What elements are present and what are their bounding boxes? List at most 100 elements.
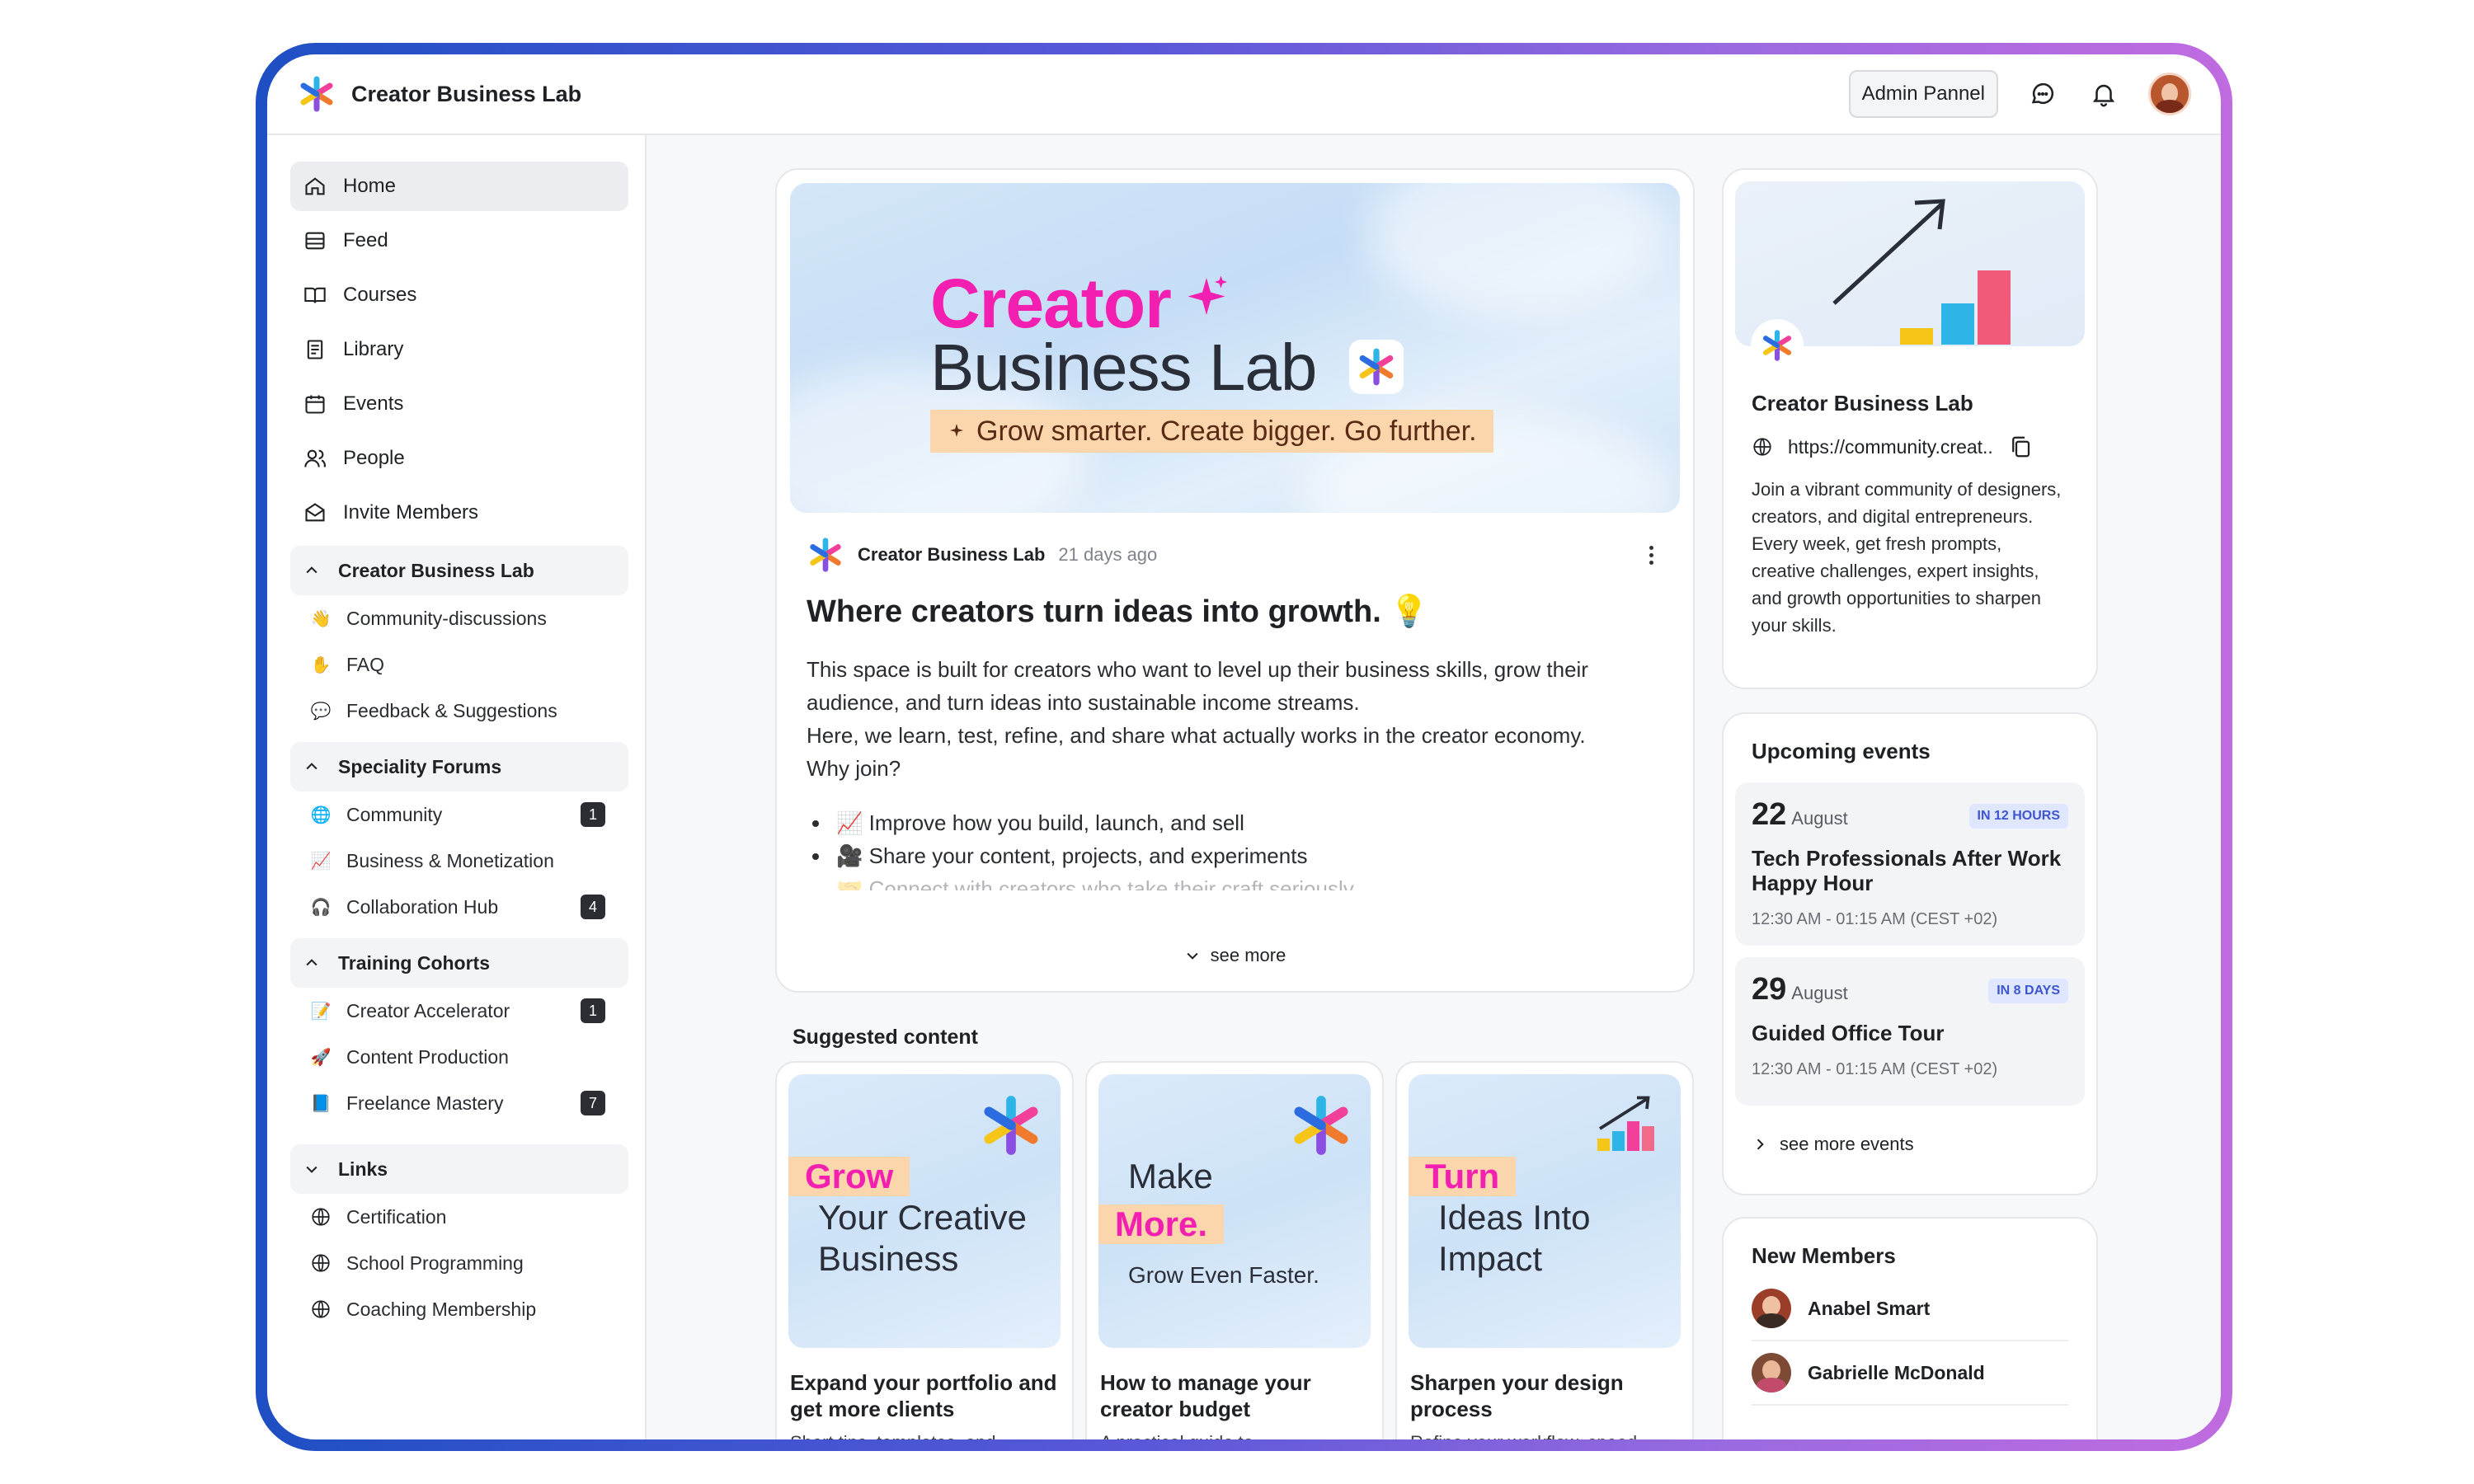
sidebar-item-label: Business & Monetization [346,849,554,871]
admin-panel-button[interactable]: Admin Pannel [1848,70,1998,118]
nav-home[interactable]: Home [290,162,628,211]
nav-events[interactable]: Events [290,379,628,429]
sidebar-item-label: Community-discussions [346,607,547,629]
group-label: Links [338,1158,388,1180]
sidebar-item-creator-accelerator[interactable]: 📝 Creator Accelerator 1 [290,988,628,1034]
member-avatar [1752,1289,1791,1328]
nav-invite-members[interactable]: Invite Members [290,488,628,538]
chat-bubble-icon [2031,82,2054,105]
sidebar-item-community[interactable]: 🌐 Community 1 [290,791,628,838]
chevron-up-icon [306,763,317,770]
see-more-button[interactable]: see more [777,945,1693,966]
group-header-training-cohorts[interactable]: Training Cohorts [290,938,628,988]
nav-people[interactable]: People [290,434,628,483]
see-more-events-link[interactable]: see more events [1752,1134,2068,1155]
card-title: Expand your portfolio and get more clien… [790,1370,1057,1421]
about-avatar-logo [1753,322,1801,369]
about-title: Creator Business Lab [1752,391,1973,416]
member-name: Anabel Smart [1808,1297,1931,1319]
sidebar-item-label: Creator Accelerator [346,999,510,1021]
nav-label: People [343,447,405,469]
link-coaching-membership[interactable]: Coaching Membership [290,1286,628,1332]
unread-count-badge: 4 [581,895,605,919]
post-body: This space is built for creators who wan… [807,653,1663,785]
event-month: August [1791,983,1848,1003]
group-header-creator-business-lab[interactable]: Creator Business Lab [290,546,628,595]
link-certification[interactable]: Certification [290,1194,628,1240]
chevron-down-icon [1187,952,1198,960]
nav-label: Events [343,392,404,415]
sidebar-item-feedback[interactable]: 💬 Feedback & Suggestions [290,688,628,734]
upcoming-events-card: Upcoming events 22 August IN 12 HOURS Tec… [1722,712,2098,1195]
suggested-card[interactable]: Make More. Grow Even Faster. How to mana… [1085,1061,1384,1439]
banner-tagline: Grow smarter. Create bigger. Go further. [930,410,1493,453]
chevron-right-icon [1757,1139,1764,1150]
sidebar: Home Feed Courses Library Events People … [267,135,647,1439]
group-label: Speciality Forums [338,755,502,777]
waving-hand-icon: 👋 [310,609,332,628]
card-thumbnail: Turn Ideas Into Impact [1409,1074,1681,1348]
globe-icon [312,1208,330,1226]
community-url-link[interactable]: https://community.creat.. [1788,436,1993,458]
member-name: Gabrielle McDonald [1808,1361,1985,1383]
chevron-down-icon [306,1166,317,1173]
sidebar-item-collaboration-hub[interactable]: 🎧 Collaboration Hub 4 [290,884,628,930]
sidebar-item-label: Collaboration Hub [346,895,499,918]
post-options-button[interactable] [1639,542,1663,567]
copy-icon[interactable] [2008,434,2033,459]
sidebar-item-freelance-mastery[interactable]: 📘 Freelance Mastery 7 [290,1080,628,1126]
post-author[interactable]: Creator Business Lab [858,544,1045,566]
unread-count-badge: 1 [581,802,605,827]
sidebar-item-community-discussions[interactable]: 👋 Community-discussions [290,595,628,641]
group-label: Training Cohorts [338,951,490,974]
card-title: Sharpen your design process [1410,1370,1624,1421]
nav-feed[interactable]: Feed [290,216,628,265]
home-icon [305,177,325,195]
welcome-post: Creator Business Lab Grow smarter. Creat… [775,168,1695,993]
see-more-events-label: see more events [1780,1134,1914,1154]
suggested-card[interactable]: Turn Ideas Into Impact Sharpen your desi… [1395,1061,1694,1439]
nav-label: Feed [343,229,388,251]
suggested-card[interactable]: Grow Your Creative Business Expand your … [775,1061,1074,1439]
group-header-links[interactable]: Links [290,1144,628,1194]
document-icon [307,340,323,359]
group-header-speciality-forums[interactable]: Speciality Forums [290,742,628,791]
about-cover-image [1735,181,2085,346]
notifications-button[interactable] [2087,77,2120,110]
nav-label: Home [343,175,397,197]
link-label: Coaching Membership [346,1298,537,1320]
brand[interactable]: Creator Business Lab [297,74,581,114]
user-avatar[interactable] [2148,73,2191,115]
top-header: Creator Business Lab Admin Pannel [267,54,2221,135]
member-row[interactable]: Gabrielle McDonald [1752,1341,2068,1406]
new-members-title: New Members [1752,1243,1896,1268]
card-headline: Ideas Into [1438,1198,1591,1237]
sidebar-item-business-monetization[interactable]: 📈 Business & Monetization [290,838,628,884]
people-icon [304,449,326,467]
card-title: How to manage your creator budget [1100,1370,1311,1421]
globe-icon [312,1300,330,1318]
sidebar-item-label: Feedback & Suggestions [346,699,557,721]
event-item[interactable]: 22 August IN 12 HOURS Tech Professionals … [1735,782,2085,946]
messages-button[interactable] [2026,77,2059,110]
app-window: Creator Business Lab Admin Pannel Home F… [267,54,2221,1439]
post-title: Where creators turn ideas into growth. 💡 [807,594,1429,629]
member-row[interactable]: Anabel Smart [1752,1277,2068,1341]
sidebar-item-label: Content Production [346,1045,509,1068]
events-title: Upcoming events [1752,739,1931,763]
mail-icon [305,503,325,522]
sidebar-item-content-production[interactable]: 🚀 Content Production [290,1034,628,1080]
community-logo-icon [1294,1096,1348,1155]
link-label: School Programming [346,1252,524,1274]
suggested-content-title: Suggested content [793,1026,979,1049]
nav-library[interactable]: Library [290,325,628,374]
link-school-programming[interactable]: School Programming [290,1240,628,1286]
event-time: 12:30 AM - 01:15 AM (CEST +02) [1752,910,1998,928]
sidebar-item-faq[interactable]: ✋ FAQ [290,641,628,688]
post-timestamp: 21 days ago [1058,544,1158,565]
event-item[interactable]: 29 August IN 8 DAYS Guided Office Tour 12… [1735,957,2085,1106]
link-label: Certification [346,1205,447,1228]
nav-label: Library [343,338,404,360]
nav-courses[interactable]: Courses [290,270,628,320]
chevron-up-icon [306,959,317,966]
